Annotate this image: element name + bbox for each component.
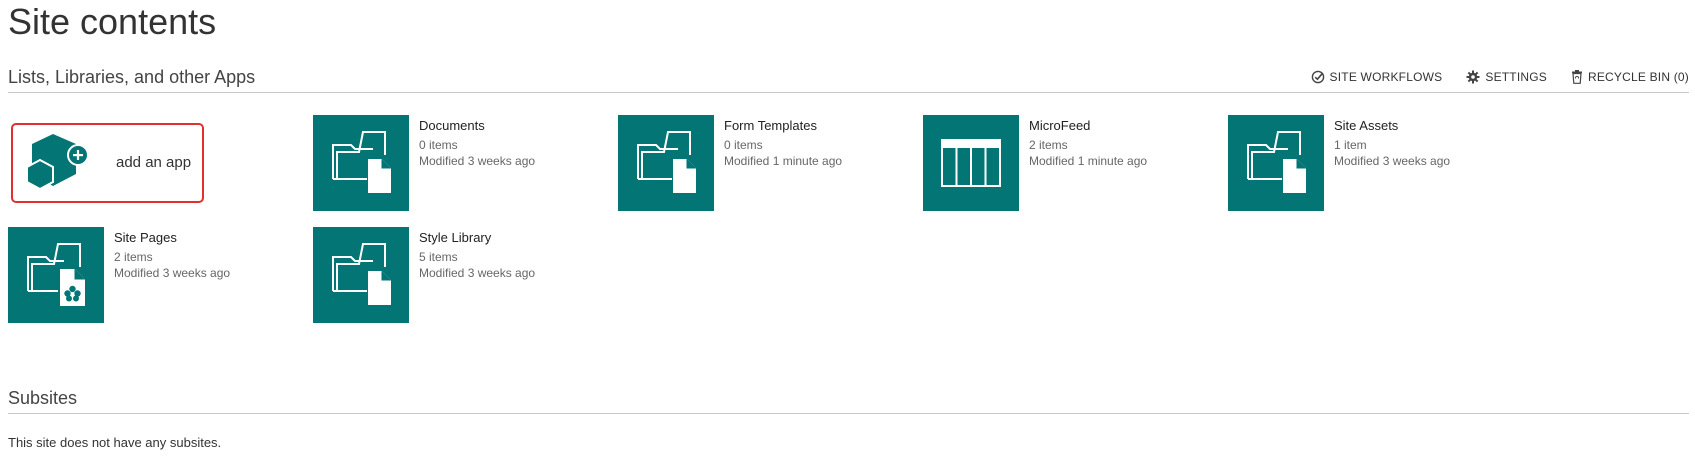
app-item-count: 2 items: [1029, 138, 1068, 152]
app-modified: Modified 3 weeks ago: [1334, 154, 1451, 168]
app-tile-site-assets[interactable]: Site Assets 1 item Modified 3 weeks ago: [1228, 115, 1528, 211]
app-item-count: 0 items: [724, 138, 763, 152]
no-subsites-message: This site does not have any subsites.: [8, 435, 222, 450]
gear-icon: [1466, 70, 1480, 84]
site-contents-page: Site contents Lists, Libraries, and othe…: [0, 0, 1695, 460]
workflow-icon: [1311, 70, 1325, 84]
lists-section-actions: SITE WORKFLOWS SETTINGS RECYCLE BIN (0): [1311, 70, 1689, 84]
app-tile-microfeed[interactable]: MicroFeed 2 items Modified 1 minute ago: [923, 115, 1223, 211]
site-workflows-link[interactable]: SITE WORKFLOWS: [1311, 70, 1443, 84]
app-item-count: 0 items: [419, 138, 458, 152]
lists-section-title: Lists, Libraries, and other Apps: [8, 67, 256, 87]
add-an-app-tile[interactable]: add an app: [11, 123, 204, 203]
app-tile-style-library[interactable]: Style Library 5 items Modified 3 weeks a…: [313, 227, 613, 323]
recycle-bin-label: RECYCLE BIN (0): [1587, 70, 1689, 84]
app-name[interactable]: Documents: [419, 117, 609, 135]
app-name[interactable]: MicroFeed: [1029, 117, 1219, 135]
wiki-page-library-icon: [8, 227, 104, 323]
app-tile-text: Documents 0 items Modified 3 weeks ago: [419, 117, 609, 169]
add-app-icon: [26, 134, 106, 201]
app-name[interactable]: Style Library: [419, 229, 609, 247]
list-icon: [923, 115, 1019, 211]
settings-label: SETTINGS: [1485, 70, 1547, 84]
page-title: Site contents: [8, 1, 217, 42]
app-modified: Modified 1 minute ago: [724, 154, 843, 168]
document-library-icon: [313, 227, 409, 323]
settings-link[interactable]: SETTINGS: [1466, 70, 1547, 84]
app-modified: Modified 3 weeks ago: [419, 266, 536, 280]
add-app-label: add an app: [116, 154, 192, 171]
app-tile-text: Style Library 5 items Modified 3 weeks a…: [419, 229, 609, 281]
app-modified: Modified 3 weeks ago: [419, 154, 536, 168]
app-item-count: 1 item: [1334, 138, 1367, 152]
recycle-bin-icon: [1571, 70, 1583, 84]
app-name[interactable]: Site Pages: [114, 229, 304, 247]
subsites-section-title: Subsites: [8, 388, 78, 408]
app-name[interactable]: Site Assets: [1334, 117, 1524, 135]
app-item-count: 5 items: [419, 250, 458, 264]
app-modified: Modified 3 weeks ago: [114, 266, 231, 280]
app-tile-site-pages[interactable]: Site Pages 2 items Modified 3 weeks ago: [8, 227, 308, 323]
site-workflows-label: SITE WORKFLOWS: [1329, 70, 1443, 84]
lists-section-header: Lists, Libraries, and other Apps SITE WO…: [8, 62, 1689, 93]
app-item-count: 2 items: [114, 250, 153, 264]
document-library-icon: [1228, 115, 1324, 211]
app-tile-text: Form Templates 0 items Modified 1 minute…: [724, 117, 914, 169]
app-tile-text: Site Assets 1 item Modified 3 weeks ago: [1334, 117, 1524, 169]
app-tile-text: Site Pages 2 items Modified 3 weeks ago: [114, 229, 304, 281]
document-library-icon: [618, 115, 714, 211]
app-modified: Modified 1 minute ago: [1029, 154, 1148, 168]
app-tile-documents[interactable]: Documents 0 items Modified 3 weeks ago: [313, 115, 613, 211]
app-name[interactable]: Form Templates: [724, 117, 914, 135]
app-tile-form-templates[interactable]: Form Templates 0 items Modified 1 minute…: [618, 115, 918, 211]
document-library-icon: [313, 115, 409, 211]
app-tile-text: MicroFeed 2 items Modified 1 minute ago: [1029, 117, 1219, 169]
subsites-section-header: Subsites: [8, 383, 1689, 414]
recycle-bin-link[interactable]: RECYCLE BIN (0): [1571, 70, 1689, 84]
